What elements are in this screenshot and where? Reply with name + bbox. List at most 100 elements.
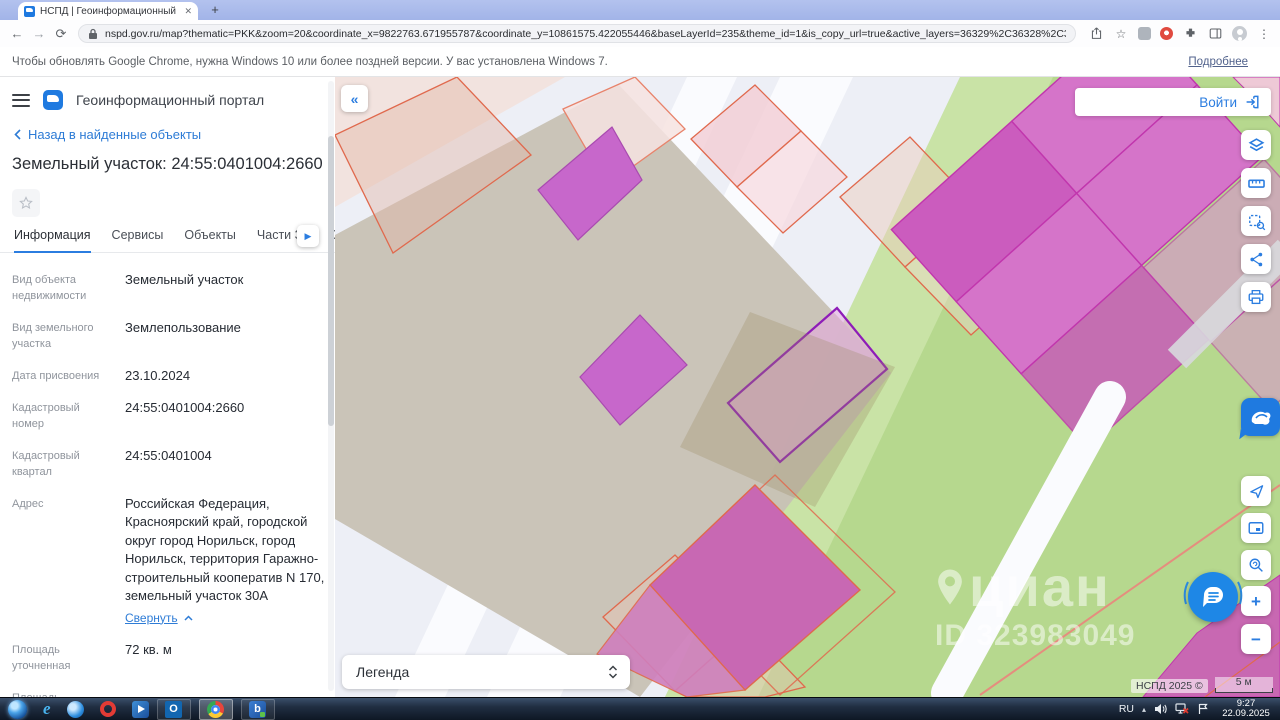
taskbar-browser2[interactable] [67,701,84,718]
chevron-updown-icon [608,665,618,679]
tab-information[interactable]: Информация [14,228,91,253]
volume-icon[interactable] [1154,703,1167,715]
back-to-results-link[interactable]: Назад в найденные объекты [14,127,319,142]
map-viewport[interactable]: циан ID 323983049 « Войти [335,77,1280,697]
nspd-assistant-button[interactable] [1241,398,1280,436]
app-icon: b [249,701,266,718]
tab-scroll-right-button[interactable]: ▶ [297,225,319,247]
chat-button[interactable] [1188,572,1238,622]
panel-scrollbar[interactable] [328,81,334,691]
login-button[interactable]: Войти [1075,88,1271,116]
notice-text: Чтобы обновлять Google Chrome, нужна Win… [12,56,608,68]
panel-header: Геоинформационный портал [0,77,335,110]
map-attribution: НСПД 2025 © 5 м [1131,677,1273,693]
start-button[interactable] [8,700,27,719]
legend-label: Легенда [356,664,608,680]
plus-icon: + [1251,593,1261,610]
menu-dots-icon[interactable]: ⋮ [1256,26,1272,42]
back-icon[interactable]: ← [6,26,28,41]
minus-icon: − [1251,631,1261,648]
share-icon [1248,251,1265,268]
tab-favicon-icon [24,6,35,17]
share-map-button[interactable] [1241,244,1271,274]
forward-icon[interactable]: → [28,26,50,41]
assistant-logo-icon [1249,408,1273,426]
windows-taskbar: e O b RU ▴ 9:27 22.09.2025 [0,697,1280,720]
taskbar-chrome-active[interactable] [199,699,233,720]
field-label: Вид объекта недвижимости [12,271,113,305]
measure-button[interactable] [1241,168,1271,198]
panel-collapse-button[interactable]: « [341,85,368,112]
bookmark-star-icon[interactable]: ☆ [1113,26,1129,42]
clock-date: 22.09.2025 [1217,709,1275,720]
field-row: Площадь уточненная 72 кв. м [12,641,329,675]
browser-swirl-icon [67,701,84,718]
hidden-icons-arrow[interactable]: ▴ [1142,705,1146,714]
address-collapse-link[interactable]: Свернуть [125,610,329,627]
chevron-up-icon [184,615,193,621]
scrollbar-thumb[interactable] [328,136,334,426]
location-arrow-icon [1248,483,1265,500]
screen: НСПД | Геоинформационный п... ✕ + ← → ⟳ … [0,0,1280,720]
field-label: Площадь декларированная [12,689,113,697]
tab-objects[interactable]: Объекты [184,228,236,252]
profile-avatar[interactable] [1232,26,1247,41]
update-notice-bar: Чтобы обновлять Google Chrome, нужна Win… [0,47,1280,77]
side-panel-icon[interactable] [1207,26,1223,42]
language-indicator[interactable]: RU [1119,703,1134,715]
browser-tabstrip: НСПД | Геоинформационный п... ✕ + [0,0,1280,20]
field-row: Дата присвоения 23.10.2024 [12,367,329,385]
extension-icon[interactable] [1160,27,1173,40]
area-select-button[interactable] [1241,206,1271,236]
field-row: Кадастровый квартал 24:55:0401004 [12,447,329,481]
browser-tab[interactable]: НСПД | Геоинформационный п... ✕ [18,2,198,20]
geolocation-button[interactable] [1241,476,1271,506]
chrome-icon [207,701,224,718]
network-error-icon[interactable] [1175,703,1189,715]
share-icon[interactable] [1088,26,1104,42]
field-row: Площадь декларированная - [12,689,329,697]
minimap-button[interactable] [1241,513,1271,543]
notice-link[interactable]: Подробнее [1188,56,1248,68]
login-arrow-icon [1245,94,1261,110]
field-value: 24:55:0401004 [125,447,329,481]
url-bar[interactable]: nspd.gov.ru/map?thematic=PKK&zoom=20&coo… [78,24,1076,43]
panel-tabs: Информация Сервисы Объекты Части ЗУ Сост… [0,228,335,253]
printer-icon [1247,288,1265,306]
back-link-label: Назад в найденные объекты [28,127,201,142]
windows-orb-icon [8,700,27,719]
taskbar-opera[interactable] [100,701,116,717]
content: Геоинформационный портал Назад в найденн… [0,77,1280,697]
field-value: Российская Федерация, Красноярский край,… [125,496,324,603]
scale-bar: 5 м [1215,677,1273,693]
tab-services[interactable]: Сервисы [112,228,164,252]
field-label: Площадь уточненная [12,641,113,675]
cadastral-map[interactable] [335,77,1280,697]
taskbar-outlook[interactable]: O [157,699,191,720]
favorite-star-button[interactable] [12,189,40,217]
extensions-puzzle-icon[interactable] [1182,26,1198,42]
chat-bubble-icon [1200,585,1226,609]
taskbar-app[interactable]: b [241,699,275,720]
taskbar-clock[interactable]: 9:27 22.09.2025 [1217,699,1275,720]
field-value: Земельный участок [125,271,329,305]
taskbar-ie[interactable]: e [43,699,51,719]
url-text: nspd.gov.ru/map?thematic=PKK&zoom=20&coo… [105,28,1066,40]
taskbar-media[interactable] [132,701,149,718]
scale-label: 5 м [1215,677,1273,688]
lock-icon [88,28,98,40]
action-center-flag-icon[interactable] [1197,703,1209,715]
hamburger-menu-icon[interactable] [12,94,30,107]
print-button[interactable] [1241,282,1271,312]
field-row: Вид объекта недвижимости Земельный участ… [12,271,329,305]
reload-icon[interactable]: ⟳ [50,26,72,42]
layers-button[interactable] [1241,130,1271,160]
new-tab-button[interactable]: + [206,2,224,18]
tab-close-icon[interactable]: ✕ [184,6,192,17]
parcel-title: Земельный участок: 24:55:0401004:2660 [12,155,319,174]
search-reset-icon [1247,556,1265,574]
portal-logo-icon [43,90,63,110]
extension-icon[interactable] [1138,27,1151,40]
field-row: Кадастровый номер 24:55:0401004:2660 [12,399,329,433]
legend-dropdown[interactable]: Легенда [342,655,630,689]
